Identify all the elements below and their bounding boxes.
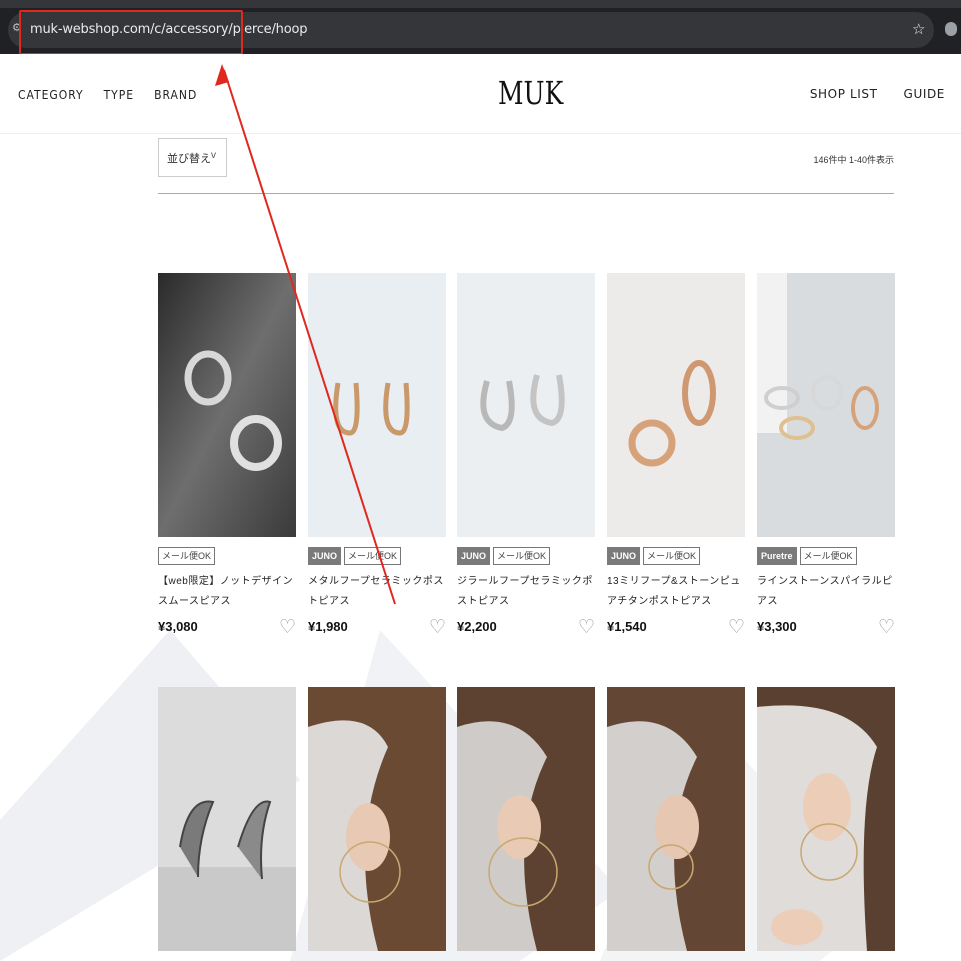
product-image[interactable] xyxy=(308,273,446,537)
product-card[interactable]: JUNO メール便OK メタルフープセラミックポストピアス ¥1,980 ♡ xyxy=(308,273,446,640)
primary-nav: CATEGORY TYPE BRAND xyxy=(18,88,197,102)
product-card[interactable]: Puretre メール便OK ラインストーンスパイラルピアス ¥3,300 ♡ xyxy=(757,273,895,640)
nav-category[interactable]: CATEGORY xyxy=(18,88,84,102)
heart-icon[interactable]: ♡ xyxy=(728,616,745,638)
nav-brand[interactable]: BRAND xyxy=(154,88,197,102)
product-price: ¥3,080 xyxy=(158,619,198,634)
tag-brand: Puretre xyxy=(757,547,797,565)
tag-brand: JUNO xyxy=(457,547,491,565)
product-price: ¥3,300 xyxy=(757,619,797,634)
product-card[interactable] xyxy=(457,687,595,951)
heart-icon[interactable]: ♡ xyxy=(279,616,296,638)
product-image[interactable] xyxy=(158,273,296,537)
toolbar-divider xyxy=(158,193,894,194)
product-card[interactable]: JUNO メール便OK ジラールフープセラミックポストピアス ¥2,200 ♡ xyxy=(457,273,595,640)
heart-icon[interactable]: ♡ xyxy=(429,616,446,638)
product-name[interactable]: 【web限定】ノットデザインスムースピアス xyxy=(158,572,296,612)
product-image[interactable] xyxy=(457,687,595,951)
product-card[interactable] xyxy=(607,687,745,951)
product-image[interactable] xyxy=(158,687,296,951)
site-header: CATEGORY TYPE BRAND MUK SHOP LIST GUIDE xyxy=(0,54,961,134)
star-icon[interactable]: ☆ xyxy=(912,20,925,38)
product-image[interactable] xyxy=(308,687,446,951)
product-card[interactable]: JUNO メール便OK 13ミリフープ&ストーンピュアチタンポストピアス ¥1,… xyxy=(607,273,745,640)
tag-mail: メール便OK xyxy=(344,547,402,565)
tag-mail: メール便OK xyxy=(643,547,701,565)
result-count: 146件中 1-40件表示 xyxy=(813,155,894,165)
product-card[interactable] xyxy=(158,687,296,951)
nav-shop-list[interactable]: SHOP LIST xyxy=(810,87,878,101)
product-name[interactable]: 13ミリフープ&ストーンピュアチタンポストピアス xyxy=(607,572,745,612)
tab-strip xyxy=(0,0,961,8)
product-name[interactable]: ジラールフープセラミックポストピアス xyxy=(457,572,595,612)
secondary-nav: SHOP LIST GUIDE xyxy=(810,87,945,101)
product-name[interactable]: メタルフープセラミックポストピアス xyxy=(308,572,446,612)
product-card[interactable] xyxy=(308,687,446,951)
site-logo[interactable]: MUK xyxy=(498,74,563,112)
sort-label: 並び替え xyxy=(167,152,211,165)
heart-icon[interactable]: ♡ xyxy=(878,616,895,638)
product-price: ¥1,980 xyxy=(308,619,348,634)
product-image[interactable] xyxy=(457,273,595,537)
tag-mail: メール便OK xyxy=(799,547,857,565)
product-image[interactable] xyxy=(757,687,895,951)
product-name[interactable]: ラインストーンスパイラルピアス xyxy=(757,572,895,612)
product-image[interactable] xyxy=(607,273,745,537)
tag-brand: JUNO xyxy=(308,547,342,565)
product-image[interactable] xyxy=(757,273,895,537)
sort-select[interactable]: 並び替え v xyxy=(158,138,227,177)
product-card[interactable]: メール便OK 【web限定】ノットデザインスムースピアス ¥3,080 ♡ xyxy=(158,273,296,640)
url-highlight-box xyxy=(19,10,243,55)
product-image[interactable] xyxy=(607,687,745,951)
tag-mail: メール便OK xyxy=(158,547,216,565)
product-card[interactable] xyxy=(757,687,895,951)
tag-mail: メール便OK xyxy=(493,547,551,565)
product-price: ¥2,200 xyxy=(457,619,497,634)
chevron-down-icon: v xyxy=(211,150,216,161)
nav-type[interactable]: TYPE xyxy=(104,88,135,102)
nav-guide[interactable]: GUIDE xyxy=(904,87,945,101)
heart-icon[interactable]: ♡ xyxy=(578,616,595,638)
tag-brand: JUNO xyxy=(607,547,641,565)
product-price: ¥1,540 xyxy=(607,619,647,634)
profile-icon[interactable] xyxy=(945,22,957,36)
